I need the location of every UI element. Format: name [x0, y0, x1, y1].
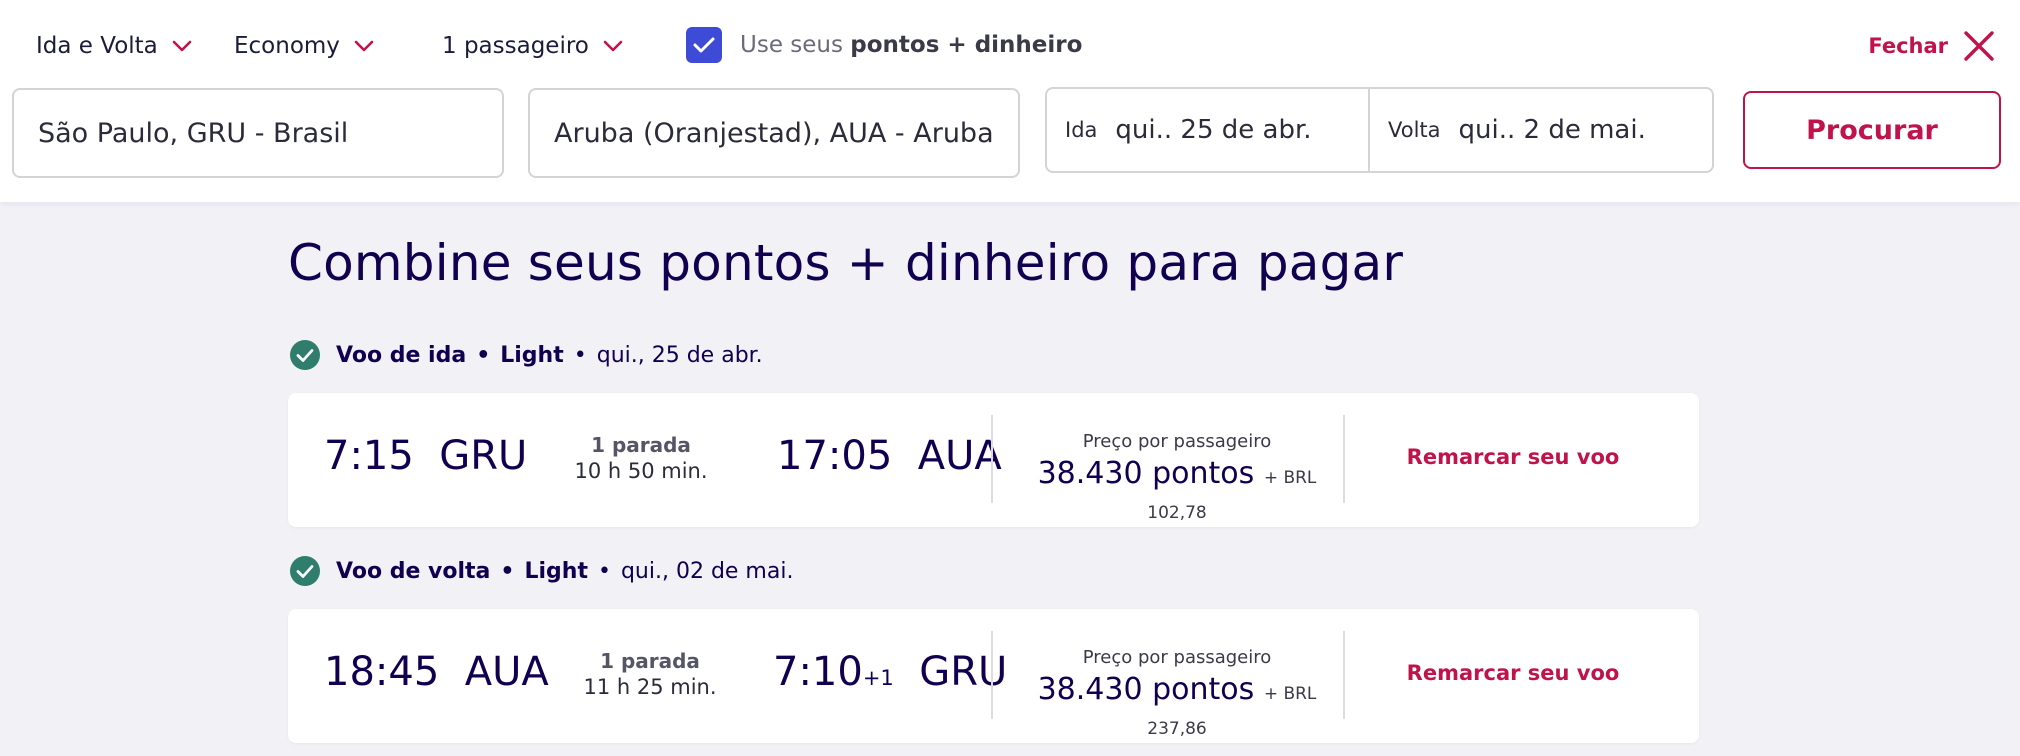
- arrive-time: 17:05: [777, 433, 893, 479]
- page-title: Combine seus pontos + dinheiro para paga…: [288, 234, 1404, 292]
- depart-airport: GRU: [439, 433, 528, 479]
- separator-dot: •: [573, 342, 587, 368]
- outbound-flight-card: 7:15 GRU 1 parada 10 h 50 min. 17:05 AUA…: [288, 393, 1699, 527]
- price-label: Preço por passageiro: [1082, 647, 1272, 668]
- return-date-label: Volta: [1388, 118, 1441, 142]
- chevron-down-icon: [603, 40, 623, 52]
- return-segment-header: Voo de volta • Light • qui., 02 de mai.: [290, 556, 793, 586]
- depart-info: 7:15 GRU: [324, 433, 527, 479]
- price-value: 38.430 pontos + BRL 237,86: [1018, 672, 1336, 742]
- depart-time: 18:45: [324, 649, 440, 695]
- price-info: Preço por passageiro 38.430 pontos + BRL…: [1018, 647, 1336, 742]
- close-icon: [1964, 31, 1994, 61]
- chevron-down-icon: [172, 40, 192, 52]
- depart-time: 7:15: [324, 433, 414, 479]
- trip-type-label: Ida e Volta: [36, 33, 158, 59]
- price-points: 38.430 pontos: [1037, 672, 1255, 707]
- rebook-flight-link[interactable]: Remarcar seu voo: [1348, 445, 1678, 469]
- return-flight-card: 18:45 AUA 1 parada 11 h 25 min. 7:10+1 G…: [288, 609, 1699, 743]
- outbound-segment-header: Voo de ida • Light • qui., 25 de abr.: [290, 340, 763, 370]
- origin-value: São Paulo, GRU - Brasil: [38, 117, 349, 149]
- flight-duration: 11 h 25 min.: [583, 675, 717, 699]
- segment-fare: Light: [524, 558, 588, 584]
- arrive-airport: GRU: [919, 649, 1008, 695]
- search-button[interactable]: Procurar: [1743, 91, 2001, 169]
- destination-input[interactable]: Aruba (Oranjestad), AUA - Aruba: [528, 88, 1020, 178]
- price-info: Preço por passageiro 38.430 pontos + BRL…: [1018, 431, 1336, 526]
- arrive-info: 7:10+1 GRU: [773, 649, 1007, 695]
- points-label-bold: pontos + dinheiro: [850, 32, 1083, 58]
- chevron-down-icon: [354, 40, 374, 52]
- segment-date: qui., 25 de abr.: [596, 342, 763, 368]
- checkmark-icon: [693, 37, 715, 53]
- trip-type-dropdown[interactable]: Ida e Volta: [36, 28, 192, 64]
- arrive-info: 17:05 AUA: [777, 433, 1002, 479]
- depart-date-value: qui.. 25 de abr.: [1115, 115, 1312, 145]
- close-label: Fechar: [1868, 34, 1948, 58]
- stops-count: 1 parada: [600, 649, 700, 673]
- points-checkbox-label: Use seus pontos + dinheiro: [740, 32, 1082, 58]
- arrive-airport: AUA: [917, 433, 1002, 479]
- depart-date-field[interactable]: Ida qui.. 25 de abr.: [1047, 89, 1370, 171]
- cabin-dropdown[interactable]: Economy: [234, 28, 374, 64]
- rebook-flight-link[interactable]: Remarcar seu voo: [1348, 661, 1678, 685]
- segment-fare: Light: [500, 342, 564, 368]
- divider: [1343, 415, 1345, 503]
- origin-input[interactable]: São Paulo, GRU - Brasil: [12, 88, 504, 178]
- segment-label: Voo de volta: [336, 558, 491, 584]
- close-button[interactable]: Fechar: [1868, 27, 1996, 65]
- stops-info: 1 parada 11 h 25 min.: [560, 649, 740, 699]
- return-date-value: qui.. 2 de mai.: [1458, 115, 1646, 145]
- flight-duration: 10 h 50 min.: [574, 459, 708, 483]
- divider: [991, 631, 993, 719]
- separator-dot: •: [500, 558, 515, 584]
- depart-airport: AUA: [464, 649, 549, 695]
- separator-dot: •: [597, 558, 611, 584]
- price-points: 38.430 pontos: [1037, 456, 1255, 491]
- passengers-label: 1 passageiro: [442, 33, 589, 59]
- price-label: Preço por passageiro: [1082, 431, 1272, 452]
- segment-label: Voo de ida: [336, 342, 467, 368]
- points-label-prefix: Use seus: [740, 32, 843, 58]
- arrive-time: 7:10: [773, 649, 863, 695]
- search-bar: Ida e Volta Economy 1 passageiro Use seu…: [0, 0, 2020, 202]
- separator-dot: •: [476, 342, 491, 368]
- points-checkbox-group: Use seus pontos + dinheiro: [686, 27, 1082, 63]
- price-value: 38.430 pontos + BRL 102,78: [1018, 456, 1336, 526]
- divider: [1343, 631, 1345, 719]
- arrive-day-offset: +1: [862, 666, 894, 690]
- destination-value: Aruba (Oranjestad), AUA - Aruba: [554, 117, 994, 149]
- depart-date-label: Ida: [1065, 118, 1098, 142]
- check-circle-icon: [290, 340, 320, 370]
- passengers-dropdown[interactable]: 1 passageiro: [442, 28, 623, 64]
- points-checkbox[interactable]: [686, 27, 722, 63]
- stops-info: 1 parada 10 h 50 min.: [551, 433, 731, 483]
- divider: [991, 415, 993, 503]
- segment-date: qui., 02 de mai.: [620, 558, 794, 584]
- date-picker: Ida qui.. 25 de abr. Volta qui.. 2 de ma…: [1045, 87, 1714, 173]
- check-circle-icon: [290, 556, 320, 586]
- cabin-label: Economy: [234, 33, 340, 59]
- return-date-field[interactable]: Volta qui.. 2 de mai.: [1370, 89, 1712, 171]
- stops-count: 1 parada: [591, 433, 691, 457]
- depart-info: 18:45 AUA: [324, 649, 549, 695]
